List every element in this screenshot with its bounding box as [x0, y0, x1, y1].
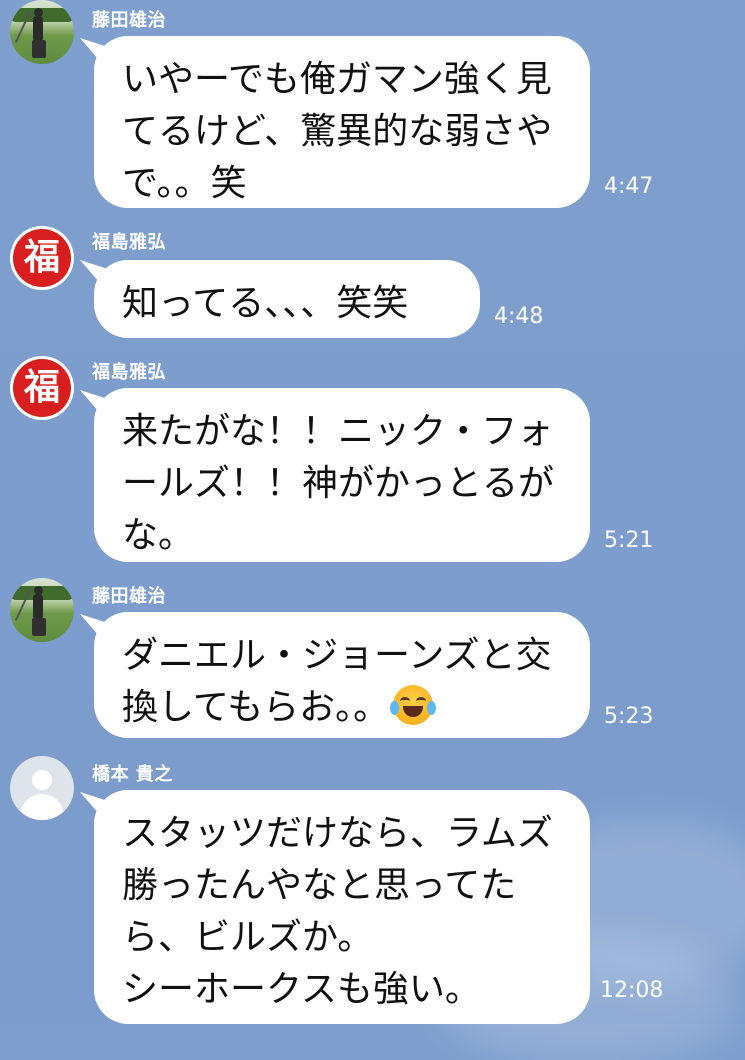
avatar[interactable]: 福	[10, 226, 74, 290]
avatar[interactable]: 福	[10, 356, 74, 420]
default-user-head	[32, 770, 52, 790]
message-bubble[interactable]: ダニエル・ジョーンズと交 換してもらお。。	[94, 612, 590, 738]
message-line: シーホークスも強い。	[122, 969, 481, 1010]
fuku-logo-ring: 福	[13, 229, 71, 287]
message-line: 勝ったんやなと思ってた	[122, 865, 517, 906]
fuku-glyph: 福	[23, 237, 60, 278]
message-line: 換してもらお。。	[122, 682, 562, 734]
message-line: いやーでも俺ガマン強く見	[122, 59, 552, 100]
message-line: ら、ビルズか。	[122, 917, 374, 958]
face-with-tears-of-joy-icon	[390, 685, 437, 725]
fuku-glyph: 福	[23, 367, 60, 408]
emoji-tear	[390, 701, 400, 715]
golfer-body	[33, 594, 43, 620]
golfer-body	[33, 16, 43, 42]
emoji-mouth	[403, 706, 424, 717]
timestamp: 4:47	[604, 174, 654, 199]
timestamp: 12:08	[600, 978, 664, 1003]
timestamp: 5:23	[604, 704, 654, 729]
emoji-eye	[400, 697, 411, 705]
message-bubble[interactable]: いやーでも俺ガマン強く見 てるけど、驚異的な弱さや で。。笑	[94, 36, 590, 208]
sender-name: 福島雅弘	[92, 232, 166, 253]
sender-name: 橋本 貴之	[92, 764, 173, 785]
avatar[interactable]	[10, 0, 74, 64]
avatar[interactable]	[10, 578, 74, 642]
message-line: 来たがな！！ニック・フォ	[122, 411, 554, 452]
message-line: ールズ！！神がかっとるが	[122, 463, 555, 504]
message-line: ダニエル・ジョーンズと交	[122, 635, 552, 676]
message-line: 知ってる、、、笑笑	[122, 283, 409, 324]
message-line: な。	[122, 515, 195, 556]
sender-name: 福島雅弘	[92, 362, 166, 383]
message-line: で。。笑	[122, 163, 247, 204]
default-user-shoulders	[20, 794, 64, 820]
avatar[interactable]	[10, 756, 74, 820]
fuku-logo-ring: 福	[13, 359, 71, 417]
golfer-legs	[32, 618, 46, 636]
sender-name: 藤田雄治	[92, 10, 166, 31]
message-line: スタッツだけなら、ラムズ	[122, 813, 553, 854]
golfer-legs	[32, 40, 46, 58]
message-bubble[interactable]: スタッツだけなら、ラムズ 勝ったんやなと思ってた ら、ビルズか。 シーホークスも…	[94, 790, 590, 1024]
emoji-tear	[427, 701, 437, 715]
sender-name: 藤田雄治	[92, 586, 166, 607]
message-bubble[interactable]: 来たがな！！ニック・フォ ールズ！！神がかっとるが な。	[94, 388, 590, 562]
message-line: てるけど、驚異的な弱さや	[122, 111, 553, 152]
emoji-eye	[416, 697, 427, 705]
message-bubble[interactable]: 知ってる、、、笑笑	[94, 260, 480, 338]
timestamp: 4:48	[494, 304, 544, 329]
timestamp: 5:21	[604, 528, 654, 553]
message-text: 換してもらお。。	[122, 687, 390, 728]
